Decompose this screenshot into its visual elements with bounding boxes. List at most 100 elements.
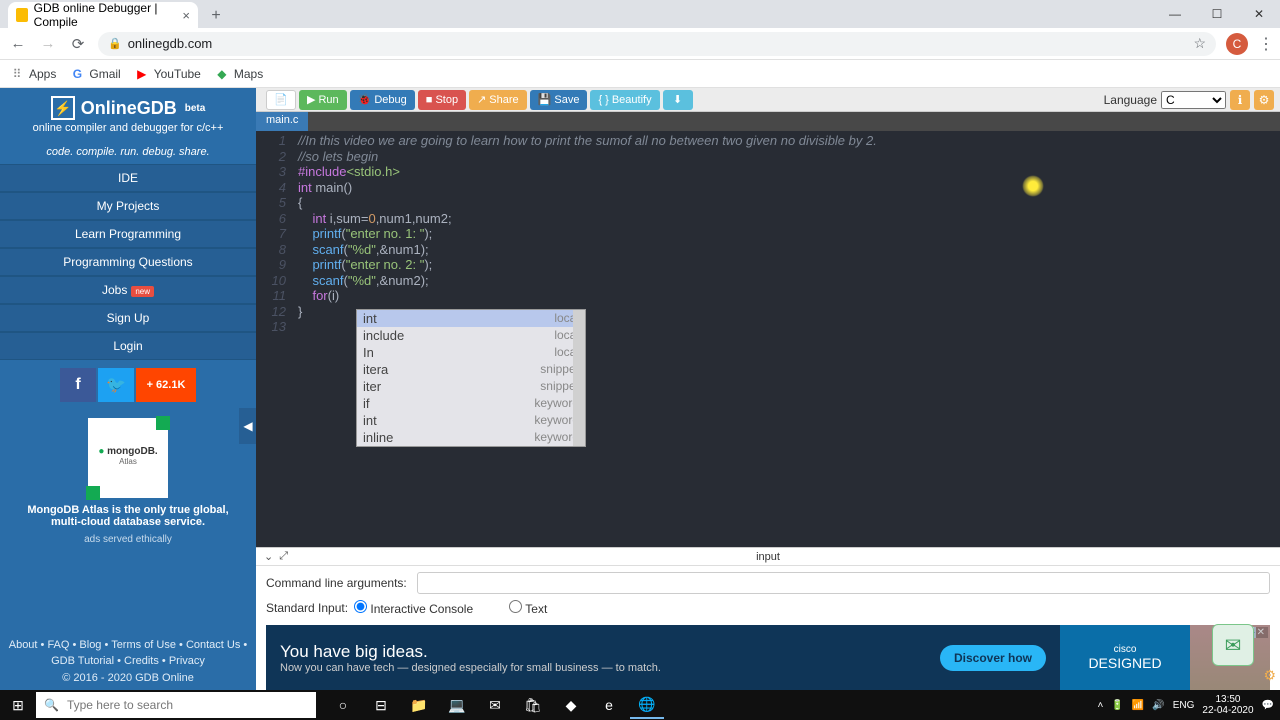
ad-ethics-label: ads served ethically — [0, 534, 256, 545]
autocomplete-item[interactable]: itersnippet — [357, 378, 585, 395]
battery-icon[interactable]: 🔋 — [1111, 700, 1123, 711]
chevron-down-icon[interactable]: ⌄ — [264, 550, 273, 563]
expand-icon[interactable]: ⤢ — [279, 550, 288, 563]
cli-args-label: Command line arguments: — [266, 576, 407, 590]
back-button[interactable]: ← — [8, 35, 28, 52]
ad-headline: You have big ideas. — [280, 642, 940, 662]
share-count-button[interactable]: + 62.1K — [136, 368, 196, 402]
sidebar-item-login[interactable]: Login — [0, 332, 256, 360]
wifi-icon[interactable]: 📶 — [1132, 700, 1144, 711]
stop-button[interactable]: ■ Stop — [418, 90, 466, 110]
logo-subtitle: online compiler and debugger for c/c++ — [0, 122, 256, 140]
clock[interactable]: 13:5022-04-2020 — [1202, 694, 1253, 716]
bookmark-youtube[interactable]: ▶YouTube — [135, 67, 201, 81]
explorer-icon[interactable]: 📁 — [402, 691, 436, 719]
chrome-icon[interactable]: 🌐 — [630, 691, 664, 719]
browser-tab[interactable]: GDB online Debugger | Compile × — [8, 2, 198, 28]
autocomplete-item[interactable]: ifkeyword — [357, 395, 585, 412]
ad-tagline: MongoDB Atlas is the only true global, m… — [0, 504, 256, 528]
language-indicator[interactable]: ENG — [1173, 700, 1195, 711]
apps-button[interactable]: ⠿Apps — [10, 67, 56, 81]
cortana-icon[interactable]: ○ — [326, 691, 360, 719]
new-file-button[interactable]: 📄 — [266, 90, 296, 110]
store-icon[interactable]: 🛍 — [516, 691, 550, 719]
language-select[interactable]: C — [1161, 91, 1226, 109]
share-button[interactable]: ↗ Share — [469, 90, 527, 110]
minimize-button[interactable]: — — [1154, 0, 1196, 28]
autocomplete-item[interactable]: inlinekeyword — [357, 429, 585, 446]
sidebar-item-questions[interactable]: Programming Questions — [0, 248, 256, 276]
autocomplete-item[interactable]: Inlocal — [357, 344, 585, 361]
info-button[interactable]: ℹ — [1230, 90, 1250, 110]
autocomplete-item[interactable]: iterasnippet — [357, 361, 585, 378]
sidebar-item-jobs[interactable]: Jobsnew — [0, 276, 256, 304]
new-badge: new — [131, 286, 154, 297]
sidebar-item-ide[interactable]: IDE — [0, 164, 256, 192]
save-button[interactable]: 💾 Save — [530, 90, 588, 110]
profile-avatar[interactable]: C — [1226, 33, 1248, 55]
autocomplete-item[interactable]: intkeyword — [357, 412, 585, 429]
autocomplete-item[interactable]: includelocal — [357, 327, 585, 344]
reload-button[interactable]: ⟳ — [68, 35, 88, 53]
run-button[interactable]: ▶ Run — [299, 90, 347, 110]
cli-args-input[interactable] — [417, 572, 1270, 594]
bookmark-gmail[interactable]: GGmail — [70, 67, 120, 81]
tray-chevron-icon[interactable]: ˄ — [1098, 700, 1104, 711]
bottom-panel: ⌄ ⤢ input Command line arguments: Standa… — [256, 547, 1280, 690]
download-button[interactable]: ⬇ — [663, 90, 693, 110]
sidebar: ⚡OnlineGDBbeta online compiler and debug… — [0, 88, 256, 690]
beautify-button[interactable]: { } Beautify — [590, 90, 659, 110]
debug-button[interactable]: 🐞 Debug — [350, 90, 415, 110]
kebab-menu-icon[interactable]: ⋮ — [1258, 34, 1272, 54]
stdin-text-radio[interactable]: Text — [509, 600, 547, 616]
ad-close-icon[interactable]: ✕ — [1254, 627, 1268, 638]
taskbar-search[interactable]: 🔍 Type here to search — [36, 692, 316, 718]
url-input[interactable]: 🔒 onlinegdb.com ☆ — [98, 32, 1216, 56]
bookmark-maps[interactable]: ◆Maps — [215, 67, 263, 81]
autocomplete-popup[interactable]: intlocal includelocal Inlocal iterasnipp… — [356, 309, 586, 447]
ad-cta-button[interactable]: Discover how — [940, 645, 1046, 671]
app-icon[interactable]: 💻 — [440, 691, 474, 719]
taskbar: ⊞ 🔍 Type here to search ○ ⊟ 📁 💻 ✉ 🛍 ◆ e … — [0, 690, 1280, 720]
collapse-sidebar-button[interactable]: ◀ — [239, 408, 257, 444]
settings-button[interactable]: ⚙ — [1254, 90, 1274, 110]
close-window-button[interactable]: ✕ — [1238, 0, 1280, 28]
code-editor[interactable]: 12345678910111213 //In this video we are… — [256, 131, 1280, 547]
url-text: onlinegdb.com — [128, 36, 213, 51]
language-label: Language — [1104, 93, 1157, 107]
stdin-interactive-radio[interactable]: Interactive Console — [354, 600, 473, 616]
footer-ad[interactable]: You have big ideas. Now you can have tec… — [266, 625, 1270, 690]
star-icon[interactable]: ☆ — [1193, 35, 1206, 52]
edge-icon[interactable]: e — [592, 691, 626, 719]
autocomplete-scrollbar[interactable] — [573, 310, 585, 446]
notifications-icon[interactable]: 💬 — [1262, 700, 1274, 711]
file-tab-main[interactable]: main.c — [256, 112, 308, 131]
mail-icon[interactable]: ✉ — [478, 691, 512, 719]
bolt-icon: ⚡ — [51, 96, 75, 120]
app-icon[interactable]: ◆ — [554, 691, 588, 719]
stdin-label: Standard Input: — [266, 601, 348, 615]
toolbar: 📄 ▶ Run 🐞 Debug ■ Stop ↗ Share 💾 Save { … — [256, 88, 1280, 112]
forward-button[interactable]: → — [38, 35, 58, 52]
close-icon[interactable]: × — [182, 8, 190, 23]
sidebar-item-projects[interactable]: My Projects — [0, 192, 256, 220]
bookmarks-bar: ⠿Apps GGmail ▶YouTube ◆Maps — [0, 60, 1280, 88]
sidebar-item-learn[interactable]: Learn Programming — [0, 220, 256, 248]
sidebar-item-signup[interactable]: Sign Up — [0, 304, 256, 332]
volume-icon[interactable]: 🔊 — [1152, 700, 1164, 711]
tagline: code. compile. run. debug. share. — [0, 140, 256, 164]
facebook-button[interactable]: f — [60, 368, 96, 402]
search-icon: 🔍 — [44, 698, 59, 712]
new-tab-button[interactable]: + — [204, 4, 228, 28]
task-view-icon[interactable]: ⊟ — [364, 691, 398, 719]
start-button[interactable]: ⊞ — [0, 697, 36, 714]
panel-title: input — [756, 551, 780, 563]
sidebar-ad[interactable]: ● mongoDB. Atlas — [88, 418, 168, 498]
window-controls: — ☐ ✕ — [1154, 0, 1280, 28]
autocomplete-item[interactable]: intlocal — [357, 310, 585, 327]
twitter-button[interactable]: 🐦 — [98, 368, 134, 402]
main-area: 📄 ▶ Run 🐞 Debug ■ Stop ↗ Share 💾 Save { … — [256, 88, 1280, 690]
maximize-button[interactable]: ☐ — [1196, 0, 1238, 28]
gear-icon[interactable]: ⚙ — [1263, 667, 1276, 684]
feedback-button[interactable]: ✉ — [1212, 624, 1254, 666]
